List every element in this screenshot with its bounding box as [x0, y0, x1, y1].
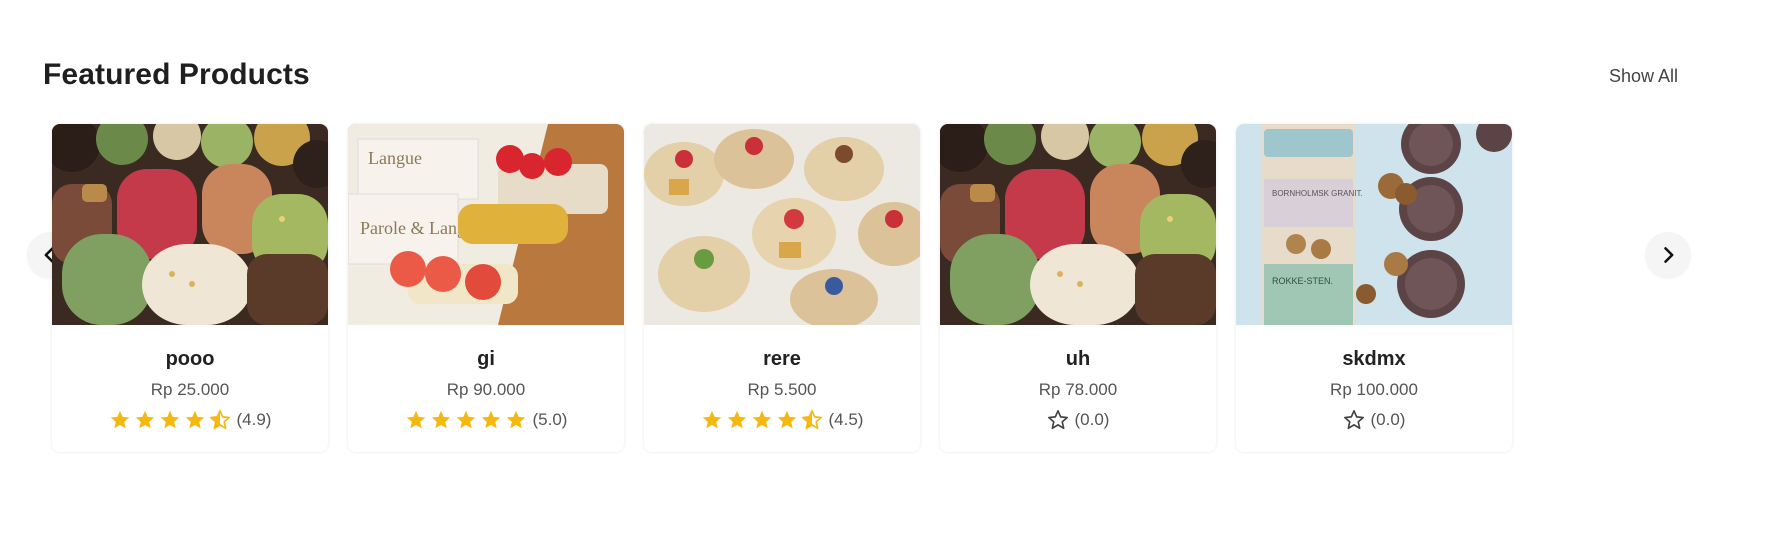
- rating-count: (0.0): [1074, 410, 1110, 429]
- star-filled-icon: [506, 410, 525, 429]
- star-filled-icon: [406, 410, 425, 429]
- product-price: Rp 5.500: [747, 380, 817, 399]
- product-card[interactable]: rere Rp 5.500 (4.5): [644, 124, 920, 452]
- carousel-next-button[interactable]: [1645, 232, 1691, 278]
- star-half-icon: [801, 410, 822, 430]
- star-filled-icon: [135, 410, 154, 429]
- product-price: Rp 90.000: [446, 380, 526, 399]
- rating-count: (5.0): [532, 410, 568, 429]
- star-filled-icon: [702, 410, 721, 429]
- box-label: Langue: [368, 148, 422, 168]
- product-image: [644, 124, 920, 325]
- jar-label: BORNHOLMSK GRANIT.: [1272, 189, 1363, 198]
- product-card[interactable]: uh Rp 78.000 (0.0): [940, 124, 1216, 452]
- rating-count: (0.0): [1370, 410, 1406, 429]
- rating-count: (4.5): [828, 410, 864, 429]
- product-card[interactable]: BORNHOLMSK GRANIT. ROKKE-STEN. skdmx Rp …: [1236, 124, 1512, 452]
- star-filled-icon: [431, 410, 450, 429]
- product-rating: (0.0): [1236, 409, 1512, 431]
- star-empty-icon: [1047, 410, 1068, 430]
- star-filled-icon: [110, 410, 129, 429]
- product-image: BORNHOLMSK GRANIT. ROKKE-STEN.: [1236, 124, 1512, 325]
- product-price: Rp 100.000: [1330, 380, 1418, 399]
- chevron-right-icon: [1664, 247, 1674, 263]
- product-name: gi: [477, 348, 495, 370]
- product-image: Langue Parole & Langue: [348, 124, 624, 325]
- product-rating: (5.0): [348, 409, 624, 431]
- star-filled-icon: [185, 410, 204, 429]
- product-name: uh: [1065, 348, 1091, 370]
- star-filled-icon: [727, 410, 746, 429]
- product-card[interactable]: pooo Rp 25.000 (4.9): [52, 124, 328, 452]
- section-header: Featured Products Show All: [43, 58, 1678, 98]
- product-rating: (4.9): [52, 409, 328, 431]
- product-price: Rp 25.000: [150, 380, 230, 399]
- product-price: Rp 78.000: [1038, 380, 1118, 399]
- show-all-link[interactable]: Show All: [1609, 66, 1678, 87]
- product-image: [940, 124, 1216, 325]
- star-filled-icon: [160, 410, 179, 429]
- product-name: skdmx: [1342, 348, 1406, 370]
- section-title: Featured Products: [43, 58, 310, 91]
- product-rating: (0.0): [940, 409, 1216, 431]
- star-filled-icon: [752, 410, 771, 429]
- jar-label: ROKKE-STEN.: [1272, 276, 1333, 286]
- product-name: rere: [763, 348, 801, 370]
- star-filled-icon: [456, 410, 475, 429]
- star-filled-icon: [481, 410, 500, 429]
- star-empty-icon: [1343, 410, 1364, 430]
- star-half-icon: [209, 410, 230, 430]
- product-card[interactable]: Langue Parole & Langue gi Rp 90.000 (5.0…: [348, 124, 624, 452]
- product-image: [52, 124, 328, 325]
- rating-count: (4.9): [236, 410, 272, 429]
- star-filled-icon: [777, 410, 796, 429]
- product-name: pooo: [165, 348, 215, 370]
- product-rating: (4.5): [644, 409, 920, 431]
